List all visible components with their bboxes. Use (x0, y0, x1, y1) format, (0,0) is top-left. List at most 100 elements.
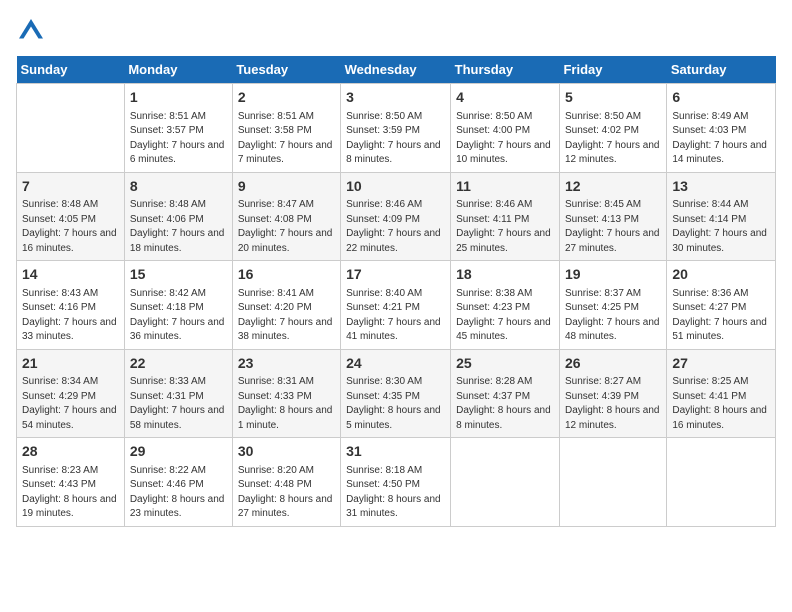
calendar-cell: 3Sunrise: 8:50 AMSunset: 3:59 PMDaylight… (341, 84, 451, 173)
day-info: Sunrise: 8:33 AMSunset: 4:31 PMDaylight:… (130, 375, 227, 433)
calendar-cell: 13Sunrise: 8:44 AMSunset: 4:14 PMDayligh… (667, 172, 776, 261)
day-number: 10 (346, 177, 445, 197)
day-info: Sunrise: 8:45 AMSunset: 4:13 PMDaylight:… (565, 198, 661, 256)
day-info: Sunrise: 8:44 AMSunset: 4:14 PMDaylight:… (672, 198, 770, 256)
day-info: Sunrise: 8:38 AMSunset: 4:23 PMDaylight:… (456, 287, 554, 345)
day-number: 12 (565, 177, 661, 197)
calendar-cell: 27Sunrise: 8:25 AMSunset: 4:41 PMDayligh… (667, 349, 776, 438)
column-header-thursday: Thursday (451, 56, 560, 84)
day-info: Sunrise: 8:50 AMSunset: 4:02 PMDaylight:… (565, 110, 661, 168)
column-header-saturday: Saturday (667, 56, 776, 84)
day-number: 21 (22, 354, 119, 374)
day-info: Sunrise: 8:47 AMSunset: 4:08 PMDaylight:… (238, 198, 335, 256)
column-header-friday: Friday (559, 56, 666, 84)
calendar-cell (17, 84, 125, 173)
day-number: 26 (565, 354, 661, 374)
column-header-sunday: Sunday (17, 56, 125, 84)
calendar-cell: 23Sunrise: 8:31 AMSunset: 4:33 PMDayligh… (232, 349, 340, 438)
day-number: 31 (346, 442, 445, 462)
calendar-cell (667, 438, 776, 527)
calendar-cell: 29Sunrise: 8:22 AMSunset: 4:46 PMDayligh… (124, 438, 232, 527)
calendar-cell: 25Sunrise: 8:28 AMSunset: 4:37 PMDayligh… (451, 349, 560, 438)
day-number: 22 (130, 354, 227, 374)
calendar-cell: 2Sunrise: 8:51 AMSunset: 3:58 PMDaylight… (232, 84, 340, 173)
day-number: 6 (672, 88, 770, 108)
day-number: 2 (238, 88, 335, 108)
day-number: 20 (672, 265, 770, 285)
calendar-cell: 30Sunrise: 8:20 AMSunset: 4:48 PMDayligh… (232, 438, 340, 527)
calendar-cell: 10Sunrise: 8:46 AMSunset: 4:09 PMDayligh… (341, 172, 451, 261)
calendar-cell: 18Sunrise: 8:38 AMSunset: 4:23 PMDayligh… (451, 261, 560, 350)
calendar-cell: 1Sunrise: 8:51 AMSunset: 3:57 PMDaylight… (124, 84, 232, 173)
day-number: 9 (238, 177, 335, 197)
day-number: 28 (22, 442, 119, 462)
calendar-cell: 31Sunrise: 8:18 AMSunset: 4:50 PMDayligh… (341, 438, 451, 527)
day-info: Sunrise: 8:37 AMSunset: 4:25 PMDaylight:… (565, 287, 661, 345)
calendar-cell: 5Sunrise: 8:50 AMSunset: 4:02 PMDaylight… (559, 84, 666, 173)
day-number: 7 (22, 177, 119, 197)
day-number: 18 (456, 265, 554, 285)
day-info: Sunrise: 8:30 AMSunset: 4:35 PMDaylight:… (346, 375, 445, 433)
day-number: 23 (238, 354, 335, 374)
logo-icon (16, 16, 46, 46)
week-row-4: 28Sunrise: 8:23 AMSunset: 4:43 PMDayligh… (17, 438, 776, 527)
calendar-cell: 21Sunrise: 8:34 AMSunset: 4:29 PMDayligh… (17, 349, 125, 438)
day-info: Sunrise: 8:34 AMSunset: 4:29 PMDaylight:… (22, 375, 119, 433)
day-info: Sunrise: 8:48 AMSunset: 4:06 PMDaylight:… (130, 198, 227, 256)
day-info: Sunrise: 8:48 AMSunset: 4:05 PMDaylight:… (22, 198, 119, 256)
day-number: 17 (346, 265, 445, 285)
day-info: Sunrise: 8:31 AMSunset: 4:33 PMDaylight:… (238, 375, 335, 433)
week-row-1: 7Sunrise: 8:48 AMSunset: 4:05 PMDaylight… (17, 172, 776, 261)
day-info: Sunrise: 8:18 AMSunset: 4:50 PMDaylight:… (346, 464, 445, 522)
day-number: 3 (346, 88, 445, 108)
header-row: SundayMondayTuesdayWednesdayThursdayFrid… (17, 56, 776, 84)
logo (16, 16, 50, 46)
day-info: Sunrise: 8:36 AMSunset: 4:27 PMDaylight:… (672, 287, 770, 345)
week-row-2: 14Sunrise: 8:43 AMSunset: 4:16 PMDayligh… (17, 261, 776, 350)
calendar-cell: 28Sunrise: 8:23 AMSunset: 4:43 PMDayligh… (17, 438, 125, 527)
calendar-cell: 4Sunrise: 8:50 AMSunset: 4:00 PMDaylight… (451, 84, 560, 173)
calendar-cell: 16Sunrise: 8:41 AMSunset: 4:20 PMDayligh… (232, 261, 340, 350)
column-header-tuesday: Tuesday (232, 56, 340, 84)
day-info: Sunrise: 8:51 AMSunset: 3:58 PMDaylight:… (238, 110, 335, 168)
week-row-0: 1Sunrise: 8:51 AMSunset: 3:57 PMDaylight… (17, 84, 776, 173)
calendar-cell: 24Sunrise: 8:30 AMSunset: 4:35 PMDayligh… (341, 349, 451, 438)
calendar-cell: 7Sunrise: 8:48 AMSunset: 4:05 PMDaylight… (17, 172, 125, 261)
day-number: 13 (672, 177, 770, 197)
day-info: Sunrise: 8:20 AMSunset: 4:48 PMDaylight:… (238, 464, 335, 522)
calendar-cell: 26Sunrise: 8:27 AMSunset: 4:39 PMDayligh… (559, 349, 666, 438)
day-info: Sunrise: 8:46 AMSunset: 4:09 PMDaylight:… (346, 198, 445, 256)
day-info: Sunrise: 8:28 AMSunset: 4:37 PMDaylight:… (456, 375, 554, 433)
day-number: 11 (456, 177, 554, 197)
calendar-cell: 14Sunrise: 8:43 AMSunset: 4:16 PMDayligh… (17, 261, 125, 350)
day-info: Sunrise: 8:27 AMSunset: 4:39 PMDaylight:… (565, 375, 661, 433)
day-info: Sunrise: 8:43 AMSunset: 4:16 PMDaylight:… (22, 287, 119, 345)
calendar-cell (559, 438, 666, 527)
day-info: Sunrise: 8:51 AMSunset: 3:57 PMDaylight:… (130, 110, 227, 168)
day-number: 25 (456, 354, 554, 374)
calendar-cell: 19Sunrise: 8:37 AMSunset: 4:25 PMDayligh… (559, 261, 666, 350)
day-number: 15 (130, 265, 227, 285)
day-info: Sunrise: 8:46 AMSunset: 4:11 PMDaylight:… (456, 198, 554, 256)
day-number: 16 (238, 265, 335, 285)
calendar-cell: 20Sunrise: 8:36 AMSunset: 4:27 PMDayligh… (667, 261, 776, 350)
day-info: Sunrise: 8:40 AMSunset: 4:21 PMDaylight:… (346, 287, 445, 345)
day-number: 24 (346, 354, 445, 374)
calendar-cell: 17Sunrise: 8:40 AMSunset: 4:21 PMDayligh… (341, 261, 451, 350)
calendar-cell: 8Sunrise: 8:48 AMSunset: 4:06 PMDaylight… (124, 172, 232, 261)
day-number: 30 (238, 442, 335, 462)
day-info: Sunrise: 8:49 AMSunset: 4:03 PMDaylight:… (672, 110, 770, 168)
day-number: 19 (565, 265, 661, 285)
day-number: 27 (672, 354, 770, 374)
calendar-cell (451, 438, 560, 527)
day-info: Sunrise: 8:41 AMSunset: 4:20 PMDaylight:… (238, 287, 335, 345)
calendar-table: SundayMondayTuesdayWednesdayThursdayFrid… (16, 56, 776, 527)
day-number: 29 (130, 442, 227, 462)
day-info: Sunrise: 8:25 AMSunset: 4:41 PMDaylight:… (672, 375, 770, 433)
column-header-monday: Monday (124, 56, 232, 84)
day-number: 1 (130, 88, 227, 108)
day-info: Sunrise: 8:22 AMSunset: 4:46 PMDaylight:… (130, 464, 227, 522)
calendar-cell: 11Sunrise: 8:46 AMSunset: 4:11 PMDayligh… (451, 172, 560, 261)
day-info: Sunrise: 8:50 AMSunset: 3:59 PMDaylight:… (346, 110, 445, 168)
calendar-cell: 9Sunrise: 8:47 AMSunset: 4:08 PMDaylight… (232, 172, 340, 261)
